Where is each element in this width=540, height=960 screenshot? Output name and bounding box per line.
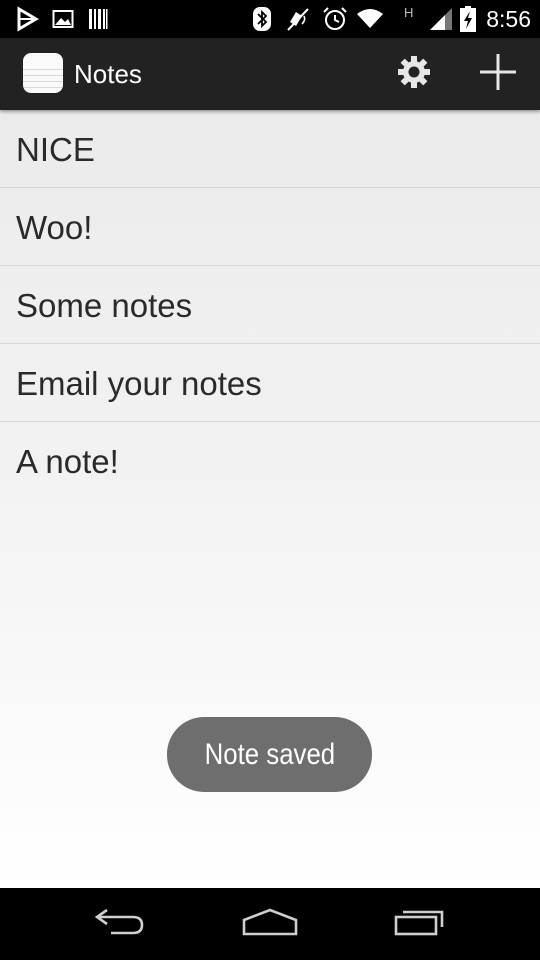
network-type: H — [404, 5, 414, 20]
home-icon — [241, 907, 299, 942]
recent-apps-icon — [393, 907, 447, 942]
app-title: Notes — [74, 59, 142, 89]
settings-icon — [397, 55, 431, 94]
image-icon — [52, 6, 74, 32]
barcode-icon — [88, 6, 108, 32]
settings-button[interactable] — [372, 38, 456, 110]
status-bar: H 8:56 — [0, 0, 540, 38]
note-title: Email your notes — [16, 365, 262, 402]
alarm-icon — [322, 6, 348, 32]
toast: Note saved — [167, 717, 372, 792]
navigation-bar — [0, 888, 540, 960]
note-item[interactable]: A note! — [0, 422, 540, 499]
play-store-icon — [14, 6, 40, 32]
notes-app-icon[interactable] — [23, 53, 63, 93]
note-item[interactable]: NICE — [0, 110, 540, 188]
home-button[interactable] — [210, 888, 330, 960]
vibrate-icon — [286, 6, 310, 32]
note-title: NICE — [16, 131, 95, 168]
back-icon — [93, 907, 147, 942]
add-note-button[interactable] — [456, 38, 540, 110]
battery-charging-icon — [460, 6, 476, 32]
recent-apps-button[interactable] — [360, 888, 480, 960]
signal-icon — [428, 6, 454, 32]
action-bar: Notes — [0, 38, 540, 110]
wifi-icon — [356, 6, 384, 32]
back-button[interactable] — [60, 888, 180, 960]
note-item[interactable]: Woo! — [0, 188, 540, 266]
note-title: Woo! — [16, 209, 93, 246]
toast-message: Note saved — [204, 737, 335, 771]
note-title: Some notes — [16, 287, 193, 324]
screen: H 8:56 Notes NICE Woo! Some notes Email … — [0, 0, 540, 960]
note-title: A note! — [16, 443, 119, 480]
note-item[interactable]: Email your notes — [0, 344, 540, 422]
clock: 8:56 — [486, 6, 531, 32]
note-item[interactable]: Some notes — [0, 266, 540, 344]
add-icon — [479, 53, 517, 96]
bluetooth-icon — [253, 6, 271, 32]
